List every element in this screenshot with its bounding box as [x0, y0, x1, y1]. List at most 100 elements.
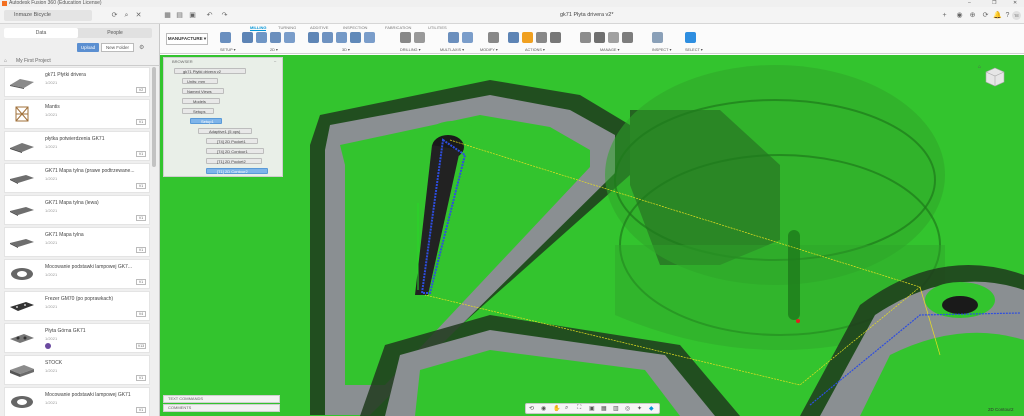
save-icon[interactable]: ▣	[188, 11, 197, 20]
modify-icon[interactable]	[488, 32, 499, 43]
display-settings-icon[interactable]: ▣	[589, 405, 595, 412]
orbit-icon[interactable]: ⟲	[529, 405, 534, 412]
fit-icon[interactable]: ⛶	[577, 405, 581, 412]
parallel-3d-icon[interactable]	[336, 32, 347, 43]
list-item[interactable]: Mocowanie podstawki lampowej GK71 1/2021…	[4, 387, 150, 416]
team-selector[interactable]: Inmaze Bicycle	[4, 10, 92, 21]
machine-library-icon[interactable]	[622, 32, 633, 43]
generate-icon[interactable]	[508, 32, 519, 43]
group-setup[interactable]: SETUP ▾	[220, 47, 236, 52]
tab-inspection[interactable]: INSPECTION	[343, 25, 367, 30]
breadcrumb-project[interactable]: My First Project	[16, 58, 51, 64]
browser-row-adaptive[interactable]: Adaptive1 (5 ops)	[198, 128, 252, 134]
refresh-icon[interactable]: ⟳	[110, 11, 119, 20]
notifications-icon[interactable]: 🔔	[993, 11, 1002, 20]
list-item[interactable]: GK71 Mapa tylna (prawe podtrzewane... 1/…	[4, 163, 150, 193]
list-item[interactable]: GK71 Mapa tylna (lewa) 1/2021 V1	[4, 195, 150, 225]
swarf-icon[interactable]	[448, 32, 459, 43]
browser-row-setups[interactable]: Setups	[182, 108, 214, 114]
group-actions[interactable]: ACTIONS ▾	[525, 47, 545, 52]
new-tab-icon[interactable]: +	[940, 11, 949, 20]
slot-2d-icon[interactable]	[284, 32, 295, 43]
help-icon[interactable]: ?	[1003, 11, 1012, 20]
home-view-icon[interactable]: ⌂	[978, 64, 981, 70]
version-badge[interactable]: V1	[136, 279, 146, 285]
data-panel-scrollbar[interactable]	[152, 67, 156, 167]
home-icon[interactable]: ⌂	[4, 57, 7, 65]
viewports-icon[interactable]: ▥	[613, 405, 619, 412]
document-tab[interactable]: gk71 Płyta drivera v2*	[560, 12, 614, 18]
simulate-icon[interactable]	[522, 32, 533, 43]
contour-3d-icon[interactable]	[350, 32, 361, 43]
close-data-panel-icon[interactable]: ✕	[134, 11, 143, 20]
contour-2d-icon[interactable]	[270, 32, 281, 43]
effects-icon[interactable]: ✦	[637, 405, 642, 412]
maximize-button[interactable]: ❐	[992, 0, 996, 7]
user-avatar[interactable]: TE	[1012, 11, 1021, 20]
extensions-icon[interactable]: ◉	[955, 11, 964, 20]
version-badge[interactable]: V1	[136, 375, 146, 381]
canvas-viewport[interactable]	[160, 55, 1024, 416]
comments-panel[interactable]: COMMENTS	[163, 404, 280, 412]
tab-milling[interactable]: MILLING	[250, 25, 267, 31]
browser-row-named-views[interactable]: Named Views	[182, 88, 224, 94]
new-folder-button[interactable]: New Folder	[101, 43, 134, 52]
template-library-icon[interactable]	[594, 32, 605, 43]
version-badge[interactable]: V1	[136, 407, 146, 413]
post-library-icon[interactable]	[608, 32, 619, 43]
browser-row-pocket1[interactable]: [T4] 2D Pocket1	[206, 138, 258, 144]
zoom-icon[interactable]: ⌕	[565, 405, 568, 412]
upload-button[interactable]: Upload	[77, 43, 99, 52]
close-button[interactable]: ✕	[1013, 0, 1017, 7]
tool-library-icon[interactable]	[580, 32, 591, 43]
group-inspect[interactable]: INSPECT ▾	[652, 47, 671, 52]
list-item[interactable]: Płyta Górna GK71 1/2021 V13	[4, 323, 150, 353]
version-badge[interactable]: V1	[136, 215, 146, 221]
browser-row-units[interactable]: Units: mm	[182, 78, 218, 84]
list-item[interactable]: Frezer GM70 (po poprawkach) 1/2021 V4	[4, 291, 150, 321]
search-icon[interactable]: ⌕	[122, 11, 131, 20]
list-item[interactable]: Mocowanie podstawki lampowej GK7... 1/20…	[4, 259, 150, 289]
version-badge[interactable]: V13	[136, 343, 146, 349]
grid-menu-icon[interactable]: ▦	[163, 11, 172, 20]
version-badge[interactable]: V1	[136, 119, 146, 125]
grid-settings-icon[interactable]: ▦	[601, 405, 607, 412]
version-badge[interactable]: V2	[136, 87, 146, 93]
post-process-icon[interactable]	[536, 32, 547, 43]
version-badge[interactable]: V1	[136, 247, 146, 253]
browser-root[interactable]: gk71 Płytki drivera v2	[174, 68, 246, 74]
setup-sheet-icon[interactable]	[550, 32, 561, 43]
look-at-icon[interactable]: ◉	[541, 405, 546, 412]
browser-row-contour1[interactable]: [T4] 2D Contour1	[206, 148, 264, 154]
tab-additive[interactable]: ADDITIVE	[310, 25, 328, 30]
list-item[interactable]: GK71 Mapa tylna 1/2021 V1	[4, 227, 150, 257]
multi-axis-contour-icon[interactable]	[462, 32, 473, 43]
workspace-switcher[interactable]: MANUFACTURE ▾	[166, 33, 208, 45]
browser-row-pocket2[interactable]: [T1] 2D Pocket2	[206, 158, 262, 164]
settings-gear-icon[interactable]: ⚙	[139, 44, 144, 51]
scallop-3d-icon[interactable]	[364, 32, 375, 43]
version-badge[interactable]: V1	[136, 183, 146, 189]
browser-row-contour2[interactable]: [T1] 2D Contour2	[206, 168, 268, 174]
segment-data[interactable]: Data	[4, 28, 78, 38]
minimize-button[interactable]: –	[968, 0, 971, 7]
undo-icon[interactable]: ↶	[205, 11, 214, 20]
face-2d-icon[interactable]	[242, 32, 253, 43]
tab-fabrication[interactable]: FABRICATION	[385, 25, 411, 30]
redo-icon[interactable]: ↷	[220, 11, 229, 20]
list-item[interactable]: płytka potwierdzenia GK71 1/2021 V1	[4, 131, 150, 161]
group-3d[interactable]: 3D ▾	[342, 47, 350, 52]
pocket-2d-icon[interactable]	[256, 32, 267, 43]
browser-row-models[interactable]: Models	[182, 98, 220, 104]
version-badge[interactable]: V1	[136, 151, 146, 157]
hole-recognition-icon[interactable]	[414, 32, 425, 43]
group-2d[interactable]: 2D ▾	[270, 47, 278, 52]
file-menu-icon[interactable]: ▤	[175, 11, 184, 20]
online-status-icon[interactable]: ⊕	[968, 11, 977, 20]
pocket-3d-icon[interactable]	[322, 32, 333, 43]
tab-utilities[interactable]: UTILITIES	[428, 25, 447, 30]
camera-icon[interactable]: ◎	[625, 405, 630, 412]
list-item[interactable]: Mantis 1/2021 V1	[4, 99, 150, 129]
group-drilling[interactable]: DRILLING ▾	[400, 47, 420, 52]
text-commands-panel[interactable]: TEXT COMMANDS	[163, 395, 280, 403]
